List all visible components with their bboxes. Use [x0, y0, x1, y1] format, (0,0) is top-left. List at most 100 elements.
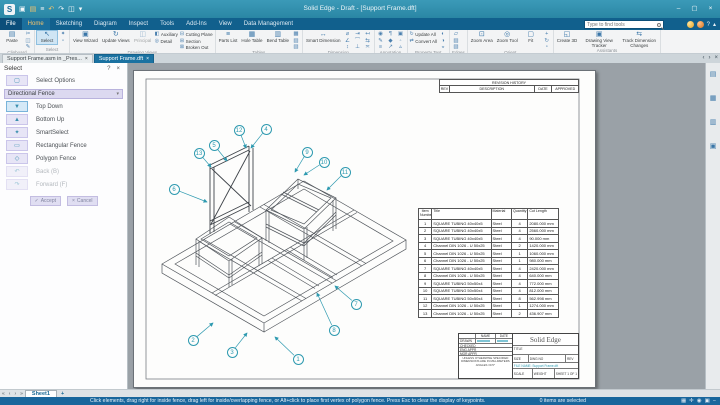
close-button[interactable]: × — [704, 3, 717, 14]
menu-tab-inspect[interactable]: Inspect — [123, 18, 154, 30]
app-icon[interactable]: S — [4, 4, 15, 15]
scroll-tabs-left-icon[interactable]: ‹ — [702, 55, 704, 61]
paste-button[interactable]: ▤Paste — [2, 31, 22, 44]
display-options-icon[interactable]: ▣ — [705, 397, 710, 405]
panel-close-icon[interactable]: × — [113, 66, 123, 72]
weld-symbol-icon[interactable]: ◆ — [387, 39, 395, 44]
menu-tab-add-ins[interactable]: Add-Ins — [180, 18, 213, 30]
chain-dimension-icon[interactable]: ⇆ — [364, 39, 372, 44]
x-brace-panel-geometry[interactable] — [210, 146, 253, 234]
doc-tab[interactable]: Support Frame.asm in _Pres...× — [2, 54, 93, 63]
hidden-edges-icon[interactable]: ▨ — [452, 39, 460, 44]
print-icon[interactable]: ≡ — [40, 5, 44, 14]
zoom-out-icon[interactable]: − — [713, 397, 716, 405]
select-panel-item-forward[interactable]: ↷Forward (F) — [0, 178, 127, 191]
bend-table-button[interactable]: ▥Bend Table — [266, 31, 290, 44]
diameter-dimension-icon[interactable]: ⌀ — [344, 32, 352, 37]
drawing-view-tracker-button[interactable]: ▣Drawing View Tracker — [580, 31, 618, 48]
groups-tab-icon[interactable]: ▦ — [710, 95, 717, 103]
parts-list-row[interactable]: 9SQUARE TUBING 50x50x4Steel4772.000 mm — [419, 280, 559, 288]
panel-help-icon[interactable]: ? — [104, 66, 113, 72]
minimize-button[interactable]: – — [672, 3, 685, 14]
redo-icon[interactable]: ↷ — [58, 5, 64, 14]
scroll-tabs-right-icon[interactable]: › — [708, 55, 710, 61]
convert-all-button[interactable]: ⇄Convert All — [410, 39, 437, 44]
queries-tab-icon[interactable]: ▥ — [710, 119, 717, 127]
parts-list-row[interactable]: 12Channel DIN 1026 - U 50x25Steel11274.0… — [419, 302, 559, 310]
balloon-7[interactable]: 7 — [351, 299, 362, 310]
parts-list-row[interactable]: 1SQUARE TUBING 40x40x5Steel42080.000 mm — [419, 220, 559, 228]
undo-icon[interactable]: ↶ — [48, 5, 54, 14]
select-panel-item-bottom-up[interactable]: ▲Bottom Up — [0, 113, 127, 126]
balloon-tool-icon[interactable]: ◉ — [377, 32, 385, 37]
sheet-views-tab-icon[interactable]: ▣ — [710, 143, 717, 151]
accept-button[interactable]: ✓ Accept — [30, 196, 62, 206]
revision-table[interactable]: REVISION HISTORY REVDESCRIPTIONDATEAPPRO… — [439, 79, 579, 93]
fence-mode-dropdown[interactable]: Directional Fence ▾ — [4, 89, 123, 99]
left-table-geometry[interactable] — [196, 217, 262, 287]
refresh-icon[interactable]: ↻ — [543, 39, 551, 44]
drawing-canvas[interactable]: 12345678910111213 REVISION HISTORY REVDE… — [128, 63, 705, 389]
frame-rails-geometry[interactable] — [200, 205, 366, 302]
parts-list-row[interactable]: 6Channel DIN 1026 - U 50x25Steel1980.000… — [419, 257, 559, 265]
selection-filter-icon[interactable]: ▦ — [681, 397, 686, 405]
open-icon[interactable]: ▤ — [30, 5, 37, 14]
copy-icon[interactable]: ◫ — [68, 5, 75, 14]
close-tab-icon[interactable]: × — [146, 56, 149, 62]
select-panel-item-back[interactable]: ↶Back (B) — [0, 165, 127, 178]
base-frame-geometry[interactable] — [162, 181, 406, 332]
select-options-item[interactable]: ▢ Select Options — [0, 74, 127, 87]
last-sheet-icon[interactable]: » — [18, 391, 25, 397]
parts-list-row[interactable]: 8Channel DIN 1026 - U 50x25Steel4640.000… — [419, 272, 559, 280]
balloon-3[interactable]: 3 — [227, 347, 238, 358]
search-input[interactable] — [587, 22, 653, 28]
view-wizard-button[interactable]: ▣View Wizard — [72, 31, 99, 44]
family-table-icon[interactable]: ▩ — [292, 32, 300, 37]
close-document-icon[interactable]: × — [714, 55, 718, 61]
distance-between-icon[interactable]: ⇥ — [354, 32, 362, 37]
parts-list-row[interactable]: 7SQUARE TUBING 40x40x5Steel42420.000 mm — [419, 265, 559, 273]
edge-painter-icon[interactable]: ▱ — [452, 32, 460, 37]
menu-tab-file[interactable]: File — [0, 18, 22, 30]
parts-list-button[interactable]: ≡Parts List — [218, 31, 239, 44]
right-table-geometry[interactable] — [266, 179, 336, 260]
principal-button[interactable]: ◫Principal — [133, 31, 153, 44]
balloon-2[interactable]: 2 — [188, 335, 199, 346]
balloon-8[interactable]: 8 — [329, 325, 340, 336]
balloon-6[interactable]: 6 — [169, 184, 180, 195]
section-button[interactable]: ⊞Section — [180, 39, 213, 44]
copy-icon[interactable]: ◫ — [24, 39, 32, 44]
callout-icon[interactable]: ✎ — [377, 39, 385, 44]
new-sheet-button[interactable]: + — [57, 391, 68, 397]
parts-list-row[interactable]: 4Channel DIN 1026 - U 50x25Steel21420.00… — [419, 242, 559, 250]
create-3d-button[interactable]: ◱Create 3D — [556, 31, 579, 44]
datum-frame-icon[interactable]: ◦ — [397, 39, 405, 44]
balloon-13[interactable]: 13 — [194, 148, 205, 159]
cut-icon[interactable]: ✂ — [24, 32, 32, 37]
parts-list-row[interactable]: 10SQUARE TUBING 50x50x4Steel4812.000 mm — [419, 287, 559, 295]
menu-tab-home[interactable]: Home — [22, 18, 50, 30]
zoom-tool-button[interactable]: ◎Zoom Tool — [496, 31, 519, 44]
smart-dimension-button[interactable]: ↔Smart Dimension — [305, 31, 342, 44]
cancel-button[interactable]: × Cancel — [67, 196, 98, 206]
alignment-indicator-icon[interactable]: ✛ — [689, 397, 694, 405]
menu-tab-diagram[interactable]: Diagram — [88, 18, 123, 30]
intellisketch-icon[interactable]: ◉ — [697, 397, 702, 405]
help-icon[interactable]: ? — [707, 22, 710, 28]
balloon-9[interactable]: 9 — [302, 147, 313, 158]
community-icon[interactable] — [687, 21, 694, 28]
select-options-icon[interactable]: ✦ — [59, 32, 67, 37]
title-block[interactable]: NAME DATE DRAWN CHECKED ENG APPR MGR APP… — [458, 333, 579, 379]
leader-icon[interactable]: ¶ — [387, 32, 395, 37]
close-tab-icon[interactable]: × — [85, 56, 88, 62]
deselect-icon[interactable]: ▫ — [59, 39, 67, 44]
command-search[interactable] — [584, 20, 664, 29]
parts-list-row[interactable]: 2SQUARE TUBING 40x40x5Steel42560.000 mm — [419, 227, 559, 235]
parts-list-row[interactable]: 13Channel DIN 1026 - U 50x25Steel2436.90… — [419, 310, 559, 318]
balloon-1[interactable]: 1 — [293, 354, 304, 365]
property-text-icon[interactable]: ◐ — [439, 32, 447, 37]
cutting-plane-button[interactable]: ⊟Cutting Plane — [180, 32, 213, 37]
block-table-icon[interactable]: ▨ — [292, 39, 300, 44]
balloon-11[interactable]: 11 — [340, 167, 351, 178]
zoom-area-button[interactable]: ⊡Zoom Area — [470, 31, 494, 44]
